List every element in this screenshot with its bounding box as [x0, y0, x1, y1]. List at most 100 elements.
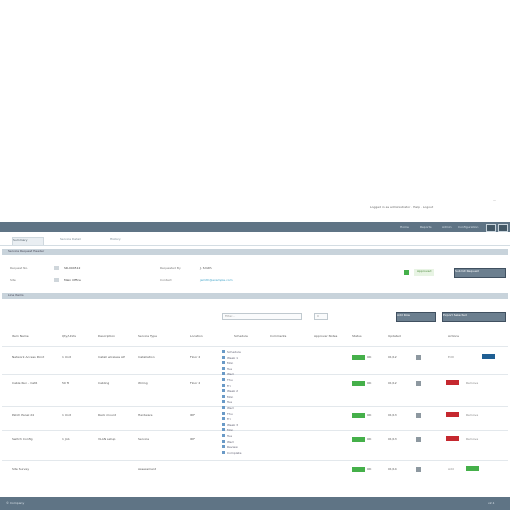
footer-bar: © Company v2.1 [0, 497, 510, 510]
field-label: Request No. [10, 266, 29, 270]
item-location: Floor 2 [190, 355, 201, 359]
item-desc: Install wireless AP [98, 355, 125, 359]
field-value: SR-004512 [64, 266, 81, 270]
flag-icon [54, 266, 59, 270]
header-panel-title: Service Request Header [2, 249, 508, 255]
item-desc: VLAN setup [98, 437, 116, 441]
filter-input[interactable]: Filter… [222, 313, 302, 320]
footer-right: v2.1 [488, 501, 495, 505]
tab-history[interactable]: History [110, 237, 134, 244]
status-indicator [352, 413, 365, 418]
status-text: OK [367, 413, 372, 417]
status-badge: Approved [414, 269, 435, 276]
row-menu-icon[interactable] [416, 381, 421, 386]
column-header[interactable]: Description [98, 334, 115, 338]
grid-toolbar: Filter… 0 Add Row Export Selected [2, 310, 508, 324]
top-navigation-bar: Home Reports Admin Configuration [0, 222, 510, 232]
search-button[interactable] [486, 224, 496, 232]
footer-left: © Company [6, 501, 25, 505]
item-service-type: Assessment [138, 467, 156, 471]
item-name: Patch Panel 24 [12, 413, 35, 417]
column-header[interactable]: Comments [270, 334, 286, 338]
updated-date: 01/12 [388, 381, 397, 385]
check-icon [404, 270, 409, 275]
column-header[interactable]: Approver Notes [314, 334, 337, 338]
add-link[interactable]: Add [448, 467, 454, 471]
count-field[interactable]: 0 [314, 313, 328, 320]
nav-configuration[interactable]: Configuration [458, 225, 478, 229]
field-label: Requested By [160, 266, 181, 270]
table-row[interactable]: Site Survey Assessment OK 01/14 Add [2, 460, 508, 481]
item-location: Floor 2 [190, 381, 201, 385]
item-qty: 1 Job [62, 437, 70, 441]
item-desc: Cabling [98, 381, 110, 385]
column-header[interactable]: Status [352, 334, 362, 338]
column-header[interactable]: Schedule [234, 334, 248, 338]
session-info: Logged in as administrator · Help · Logo… [370, 205, 434, 209]
row-menu-icon[interactable] [416, 355, 421, 360]
item-name: Cable Run - Cat6 [12, 381, 38, 385]
nav-home[interactable]: Home [400, 225, 409, 229]
add-button[interactable] [466, 466, 479, 471]
column-header[interactable]: Service Type [138, 334, 157, 338]
column-header[interactable]: Location [190, 334, 203, 338]
item-service-type: Service [138, 437, 150, 441]
schedule-tree[interactable]: Schedule Week 1 Mon Tue Wed Thu Fri Week… [222, 350, 278, 456]
status-indicator [352, 467, 365, 472]
sub-navigation: Summary Service Detail History [0, 235, 510, 246]
item-qty: 1 Unit [62, 355, 71, 359]
remove-link[interactable]: Remove [466, 413, 478, 417]
edit-link[interactable]: Edit [448, 355, 454, 359]
status-indicator [352, 355, 365, 360]
menu-icon[interactable] [498, 224, 508, 232]
status-text: OK [367, 355, 372, 359]
item-service-type: Installation [138, 355, 155, 359]
remove-link[interactable]: Remove [466, 437, 478, 441]
tab-summary[interactable]: Summary [12, 237, 44, 245]
status-indicator [352, 437, 365, 442]
export-selected-button[interactable]: Export Selected [442, 312, 506, 322]
nav-admin[interactable]: Admin [442, 225, 452, 229]
item-name: Site Survey [12, 467, 30, 471]
field-label: Site [10, 278, 16, 282]
row-menu-icon[interactable] [416, 413, 421, 418]
item-location: IDF [190, 437, 195, 441]
updated-date: 01/13 [388, 413, 397, 417]
updated-date: 01/12 [388, 355, 397, 359]
item-service-type: Wiring [138, 381, 148, 385]
remove-button[interactable] [446, 412, 459, 417]
status-indicator [352, 381, 365, 386]
item-location: IDF [190, 413, 195, 417]
remove-button[interactable] [446, 380, 459, 385]
row-menu-icon[interactable] [416, 467, 421, 472]
contact-link[interactable]: jsmith@example.com [200, 278, 233, 282]
field-label: Contact [160, 278, 172, 282]
updated-date: 01/13 [388, 437, 397, 441]
edit-button[interactable] [482, 354, 495, 359]
remove-link[interactable]: Remove [466, 381, 478, 385]
row-menu-icon[interactable] [416, 437, 421, 442]
remove-button[interactable] [446, 436, 459, 441]
tab-service-detail[interactable]: Service Detail [60, 237, 90, 244]
column-header[interactable]: Actions [448, 334, 459, 338]
tree-item[interactable]: Complete [222, 450, 278, 457]
column-header[interactable]: Qty/Units [62, 334, 76, 338]
flag-icon [54, 278, 59, 282]
column-header[interactable]: Item Name [12, 334, 29, 338]
submit-request-button[interactable]: Submit Request [454, 268, 506, 278]
window-dash: — [493, 198, 496, 202]
item-qty: 1 Unit [62, 413, 71, 417]
item-qty: 50 ft [62, 381, 69, 385]
status-text: OK [367, 467, 372, 471]
field-value: Main Office [64, 278, 81, 282]
add-row-button[interactable]: Add Row [396, 312, 436, 322]
nav-reports[interactable]: Reports [420, 225, 432, 229]
section-title: Line Items [2, 293, 508, 299]
field-value: J. Smith [200, 266, 212, 270]
request-header-panel: Request No. SR-004512 Site Main Office R… [2, 256, 508, 290]
item-desc: Rack mount [98, 413, 116, 417]
column-header[interactable]: Updated [388, 334, 401, 338]
item-name: Network Access Point [12, 355, 45, 359]
updated-date: 01/14 [388, 467, 397, 471]
line-items-grid: Item Name Qty/Units Description Service … [2, 330, 508, 480]
